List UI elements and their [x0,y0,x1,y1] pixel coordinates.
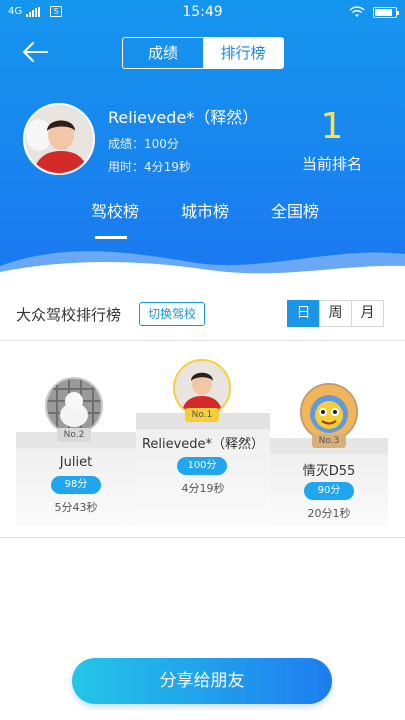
period-selector: 日 周 月 [287,300,384,327]
tab-score[interactable]: 成绩 [123,38,203,68]
back-arrow-icon[interactable] [20,40,50,64]
user-time: 用时：4分19秒 [108,160,191,174]
tab-national-board[interactable]: 全国榜 [250,198,340,222]
tab-leaderboard[interactable]: 排行榜 [203,38,283,68]
wave-decoration [0,251,405,282]
period-day[interactable]: 日 [287,300,320,327]
second-place-name: Juliet [59,455,93,470]
first-place-time: 4分19秒 [181,482,225,495]
user-avatar [23,103,95,175]
current-rank-label: 当前排名 [301,155,362,173]
active-tab-indicator [95,236,127,239]
second-place-score: 98分 [51,476,101,494]
divider [0,537,405,538]
second-place-avatar [45,377,103,435]
third-place-avatar [300,383,358,441]
third-place-score: 90分 [304,482,354,500]
status-bar: 4G S 15:49 [0,0,405,26]
third-place-tag: No.3 [312,434,346,448]
user-name: Relievede*（释然） [108,108,259,127]
switch-school-button[interactable]: 切换驾校 [139,302,205,326]
tab-city-board[interactable]: 城市榜 [160,198,250,222]
current-rank-number: 1 [320,106,344,147]
third-place-time: 20分1秒 [307,507,351,520]
third-place-name: 情灭D55 [302,464,356,479]
divider [0,340,405,341]
first-place-name: Relievede*（释然） [141,437,265,452]
period-month[interactable]: 月 [351,300,384,327]
top-segmented-control: 成绩 排行榜 [122,37,284,69]
period-week[interactable]: 周 [319,300,352,327]
second-place-tag: No.2 [57,428,91,442]
second-place-time: 5分43秒 [54,501,98,514]
wifi-icon [349,6,365,17]
share-to-friends-button[interactable]: 分享给朋友 [72,658,332,704]
tab-school-board[interactable]: 驾校榜 [70,198,160,222]
board-title: 大众驾校排行榜 [16,306,122,324]
first-place-score: 100分 [177,457,227,475]
user-score: 成绩：100分 [108,137,179,151]
clock: 15:49 [182,4,223,20]
first-place-tag: No.1 [185,408,219,422]
battery-icon [373,6,399,18]
scope-tabs: 驾校榜 城市榜 全国榜 [70,198,340,222]
